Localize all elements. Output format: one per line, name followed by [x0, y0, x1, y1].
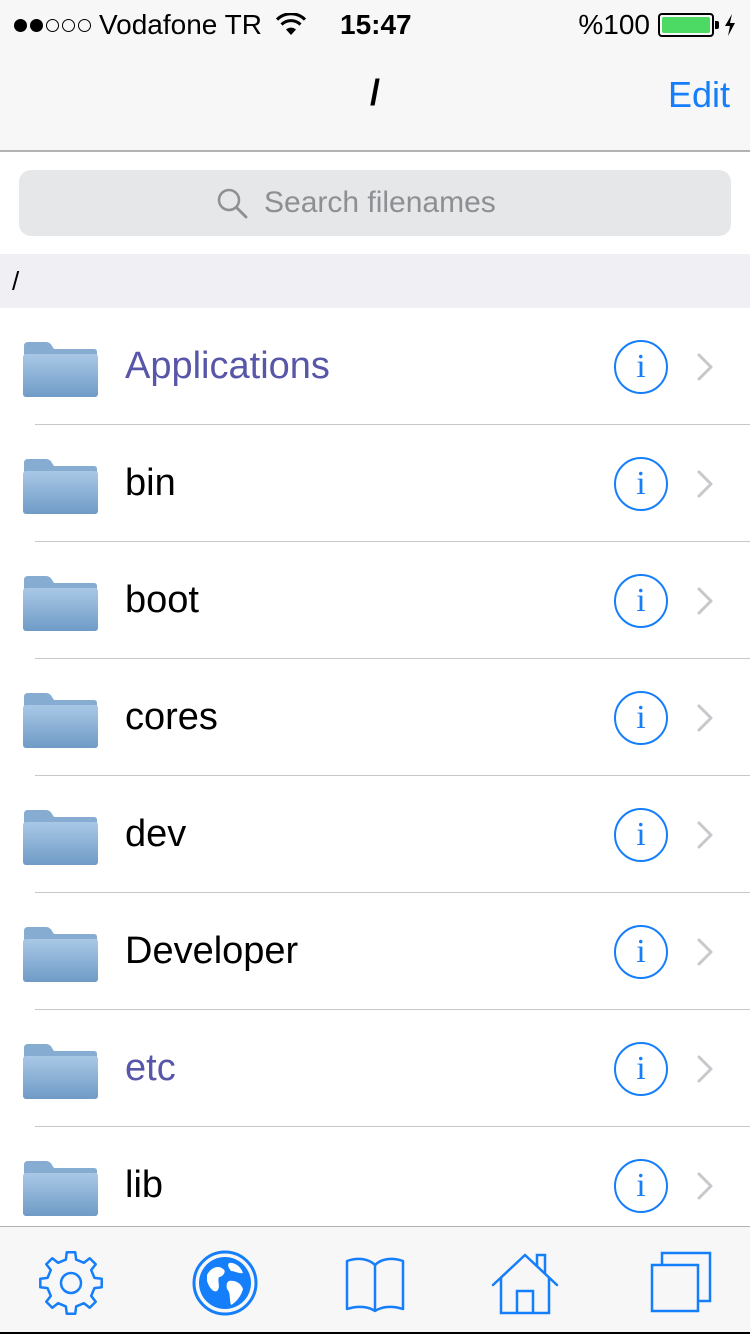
carrier-name: Vodafone TR: [99, 9, 262, 40]
status-right: %100: [578, 8, 736, 42]
home-icon: [491, 1253, 559, 1315]
file-row[interactable]: cores i: [0, 659, 750, 776]
info-button[interactable]: i: [614, 573, 668, 628]
folder-icon: [23, 1044, 98, 1099]
windows-icon: [650, 1251, 712, 1313]
chevron-right-icon: [697, 1055, 713, 1082]
chevron-right-icon: [697, 938, 713, 965]
battery-percent: %100: [578, 9, 650, 40]
navigation-bar: / Edit: [0, 48, 750, 152]
search-area: [0, 154, 750, 254]
info-button[interactable]: i: [614, 1041, 668, 1096]
folder-icon: [23, 693, 98, 748]
charging-bolt-icon: [725, 14, 735, 36]
status-time: 15:47: [340, 9, 412, 40]
chevron-right-icon: [697, 821, 713, 848]
tab-settings[interactable]: [35, 1247, 107, 1319]
chevron-right-icon: [697, 704, 713, 731]
folder-icon: [23, 1161, 98, 1216]
info-button[interactable]: i: [614, 924, 668, 979]
info-button[interactable]: i: [614, 1158, 668, 1213]
file-name: Developer: [125, 930, 299, 972]
globe-icon: [192, 1250, 258, 1316]
folder-icon: [23, 927, 98, 982]
book-icon: [345, 1257, 405, 1313]
file-name: bin: [125, 462, 176, 504]
info-button[interactable]: i: [614, 339, 668, 394]
file-row[interactable]: bin i: [0, 425, 750, 542]
chevron-right-icon: [697, 470, 713, 497]
tab-browser[interactable]: [189, 1247, 261, 1319]
file-name: dev: [125, 813, 187, 855]
file-row[interactable]: lib i: [0, 1127, 750, 1226]
file-row[interactable]: boot i: [0, 542, 750, 659]
file-row[interactable]: etc i: [0, 1010, 750, 1127]
nav-title: /: [369, 72, 380, 113]
file-name: lib: [125, 1164, 164, 1206]
tab-bar: [0, 1226, 750, 1332]
file-row[interactable]: Developer i: [0, 893, 750, 1010]
battery-icon: [658, 13, 719, 37]
folder-icon: [23, 810, 98, 865]
info-button[interactable]: i: [614, 807, 668, 862]
gear-icon: [39, 1251, 103, 1315]
info-button[interactable]: i: [614, 690, 668, 745]
path-header: /: [0, 254, 750, 308]
status-bar: Vodafone TR 15:47 %100: [0, 0, 750, 48]
edit-button[interactable]: Edit: [668, 74, 730, 116]
folder-icon: [23, 576, 98, 631]
tab-home[interactable]: [489, 1247, 561, 1319]
file-list[interactable]: Applications i bin i boot i cores i dev i Develope…: [0, 308, 750, 1226]
signal-strength-icon: [14, 18, 91, 32]
file-name: cores: [125, 696, 218, 738]
folder-icon: [23, 342, 98, 397]
tab-windows[interactable]: [644, 1247, 716, 1319]
search-icon: [217, 188, 248, 219]
info-button[interactable]: i: [614, 456, 668, 511]
file-name: boot: [125, 579, 199, 621]
search-input[interactable]: [264, 186, 534, 220]
folder-icon: [23, 459, 98, 514]
file-name: etc: [125, 1047, 176, 1089]
file-name: Applications: [125, 345, 330, 387]
wifi-icon: [275, 13, 306, 35]
chevron-right-icon: [697, 1172, 713, 1199]
chevron-right-icon: [697, 587, 713, 614]
tab-bookmarks[interactable]: [339, 1247, 411, 1319]
status-left: Vodafone TR: [14, 8, 306, 42]
file-row[interactable]: dev i: [0, 776, 750, 893]
file-row[interactable]: Applications i: [0, 308, 750, 425]
search-bar[interactable]: [19, 170, 731, 236]
chevron-right-icon: [697, 353, 713, 380]
